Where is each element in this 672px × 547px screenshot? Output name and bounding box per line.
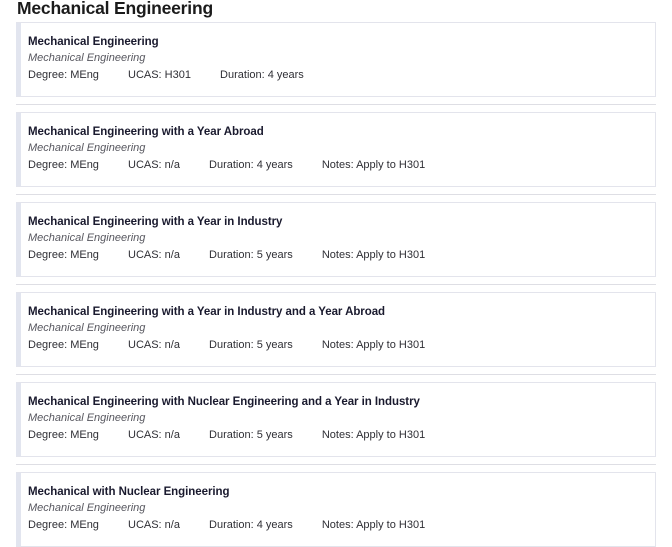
course-department: Mechanical Engineering xyxy=(28,412,146,424)
course-degree: Degree: MEng xyxy=(28,429,99,441)
list-item: Mechanical with Nuclear Engineering Mech… xyxy=(16,472,656,547)
course-ucas: UCAS: n/a xyxy=(128,249,180,261)
card-separator xyxy=(16,194,656,195)
course-name: Mechanical Engineering with a Year Abroa… xyxy=(28,126,264,138)
list-item: Mechanical Engineering with a Year in In… xyxy=(16,202,656,277)
list-item: Mechanical Engineering with a Year in In… xyxy=(16,292,656,367)
course-meta: Degree: MEng UCAS: n/a Duration: 4 years… xyxy=(28,158,641,173)
course-notes: Notes: Apply to H301 xyxy=(321,159,426,171)
course-meta: Degree: MEng UCAS: n/a Duration: 5 years… xyxy=(28,248,641,263)
page-container: Mechanical Engineering Mechanical Engine… xyxy=(0,0,672,547)
course-ucas: UCAS: n/a xyxy=(128,429,180,441)
course-meta: Degree: MEng UCAS: n/a Duration: 5 years… xyxy=(28,428,641,443)
course-notes: Notes: Apply to H301 xyxy=(321,339,426,351)
list-item: Mechanical Engineering with a Year Abroa… xyxy=(16,112,656,187)
course-department: Mechanical Engineering xyxy=(28,52,146,64)
course-department: Mechanical Engineering xyxy=(28,142,146,154)
course-name: Mechanical Engineering with a Year in In… xyxy=(28,216,283,228)
list-item: Mechanical Engineering with Nuclear Engi… xyxy=(16,382,656,457)
course-duration: Duration: 5 years xyxy=(209,249,293,261)
course-card[interactable]: Mechanical Engineering with a Year in In… xyxy=(16,202,656,277)
course-card[interactable]: Mechanical Engineering with Nuclear Engi… xyxy=(16,382,656,457)
course-name: Mechanical with Nuclear Engineering xyxy=(28,486,230,498)
course-list: Mechanical Engineering Mechanical Engine… xyxy=(16,22,656,547)
course-card[interactable]: Mechanical Engineering with a Year in In… xyxy=(16,292,656,367)
card-separator xyxy=(16,104,656,105)
course-degree: Degree: MEng xyxy=(28,249,99,261)
course-meta: Degree: MEng UCAS: H301 Duration: 4 year… xyxy=(28,68,641,83)
course-degree: Degree: MEng xyxy=(28,339,99,351)
course-department: Mechanical Engineering xyxy=(28,322,146,334)
course-duration: Duration: 4 years xyxy=(220,69,304,81)
course-card[interactable]: Mechanical Engineering Mechanical Engine… xyxy=(16,22,656,97)
course-name: Mechanical Engineering with a Year in In… xyxy=(28,306,386,318)
course-duration: Duration: 5 years xyxy=(209,339,293,351)
course-ucas: UCAS: n/a xyxy=(128,339,180,351)
course-card[interactable]: Mechanical Engineering with a Year Abroa… xyxy=(16,112,656,187)
course-duration: Duration: 5 years xyxy=(209,429,293,441)
list-item: Mechanical Engineering Mechanical Engine… xyxy=(16,22,656,97)
course-degree: Degree: MEng xyxy=(28,69,99,81)
course-degree: Degree: MEng xyxy=(28,519,99,531)
course-name: Mechanical Engineering with Nuclear Engi… xyxy=(28,396,420,408)
card-separator xyxy=(16,374,656,375)
course-department: Mechanical Engineering xyxy=(28,502,146,514)
course-department: Mechanical Engineering xyxy=(28,232,146,244)
page-title: Mechanical Engineering xyxy=(17,0,213,18)
course-notes: Notes: Apply to H301 xyxy=(321,429,426,441)
course-duration: Duration: 4 years xyxy=(209,159,293,171)
course-notes: Notes: Apply to H301 xyxy=(321,249,426,261)
card-separator xyxy=(16,284,656,285)
course-card[interactable]: Mechanical with Nuclear Engineering Mech… xyxy=(16,472,656,547)
course-ucas: UCAS: n/a xyxy=(128,519,180,531)
course-name: Mechanical Engineering xyxy=(28,36,159,48)
course-degree: Degree: MEng xyxy=(28,159,99,171)
course-notes: Notes: Apply to H301 xyxy=(321,519,426,531)
card-separator xyxy=(16,464,656,465)
course-meta: Degree: MEng UCAS: n/a Duration: 4 years… xyxy=(28,518,641,533)
course-ucas: UCAS: n/a xyxy=(128,159,180,171)
course-duration: Duration: 4 years xyxy=(209,519,293,531)
course-meta: Degree: MEng UCAS: n/a Duration: 5 years… xyxy=(28,338,641,353)
course-ucas: UCAS: H301 xyxy=(128,69,191,81)
